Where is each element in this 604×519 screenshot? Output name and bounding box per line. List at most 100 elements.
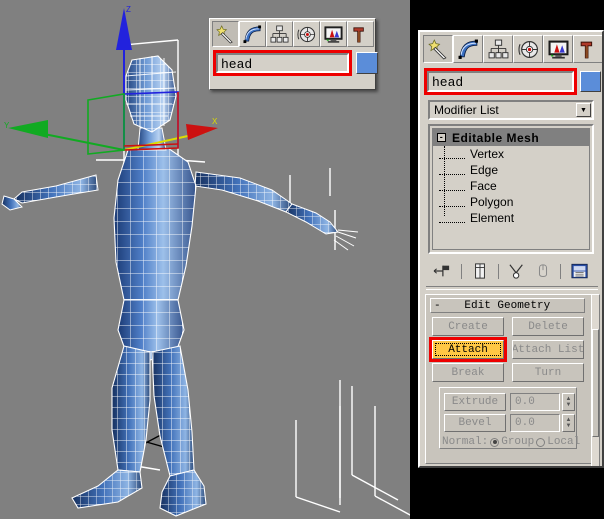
bevel-amount-field[interactable]: 0.0 [510, 414, 560, 432]
normal-label: Normal: [442, 436, 488, 448]
sub-object-label: Vertex [470, 147, 504, 161]
hammer-icon [578, 39, 599, 60]
gizmo-z-label: Z [126, 5, 131, 14]
tree-branch-icon [439, 198, 465, 207]
wheel-icon [297, 25, 316, 44]
attach-button-label: Attach [435, 343, 501, 356]
hierarchy-tab[interactable] [266, 21, 293, 47]
mesh-arm-left [2, 175, 98, 210]
show-end-result-icon[interactable] [472, 263, 488, 279]
remove-modifier-icon[interactable] [536, 263, 550, 279]
tree-branch-icon [439, 182, 465, 191]
motion-tab[interactable] [293, 21, 320, 47]
hierarchy-tree-icon [488, 39, 509, 60]
panel-name-row[interactable]: head [424, 68, 601, 95]
curve-arc-icon [243, 25, 262, 44]
break-button[interactable]: Break [432, 363, 504, 382]
star-wand-icon [216, 25, 235, 44]
move-gizmo: Z Y X [4, 5, 218, 154]
delete-button[interactable]: Delete [512, 317, 584, 336]
extrude-amount-field[interactable]: 0.0 [510, 393, 560, 411]
monitor-icon [324, 25, 343, 44]
app-window: Z Y X [0, 0, 604, 519]
separator [498, 264, 499, 279]
tree-branch-icon [439, 166, 465, 175]
viewport[interactable]: Z Y X [0, 0, 410, 519]
rollout-header[interactable]: - Edit Geometry [430, 298, 585, 313]
modifier-list-label: Modifier List [434, 103, 499, 117]
command-panel-tabs[interactable] [423, 35, 603, 63]
normal-row[interactable]: Normal: Group Local [442, 436, 580, 448]
scrollbar-thumb[interactable] [592, 329, 599, 437]
hierarchy-tree-icon [270, 25, 289, 44]
modifier-stack[interactable]: - Editable Mesh Vertex Edge Face [428, 124, 594, 254]
modifier-list-dropdown[interactable]: Modifier List ▼ [428, 100, 594, 120]
bevel-button[interactable]: Bevel [444, 414, 506, 432]
object-color-swatch[interactable] [356, 52, 378, 74]
bevel-spinner[interactable]: ▲▼ [562, 414, 575, 432]
normal-group-label: Group [501, 436, 534, 448]
hammer-icon [351, 25, 370, 44]
stack-tools-row[interactable] [428, 258, 594, 284]
extrude-button[interactable]: Extrude [444, 393, 506, 411]
edit-geometry-rollout[interactable]: - Edit Geometry Create Delete Attach Att… [425, 294, 597, 464]
floating-command-toolbar[interactable]: head [209, 18, 376, 90]
chevron-down-icon[interactable]: ▼ [576, 103, 591, 117]
character-mesh [2, 56, 358, 516]
normal-local-radio[interactable] [536, 438, 545, 447]
utilities-tab[interactable] [573, 35, 603, 63]
modify-tab[interactable] [453, 35, 483, 63]
sub-object-label: Face [470, 179, 497, 193]
tree-branch-icon [439, 214, 465, 223]
sub-object-vertex[interactable]: Vertex [433, 146, 589, 162]
separator [461, 264, 462, 279]
wheel-icon [518, 39, 539, 60]
normal-group-radio[interactable] [490, 438, 499, 447]
collapse-expander-icon[interactable]: - [437, 133, 446, 142]
motion-tab[interactable] [513, 35, 543, 63]
floating-name-row[interactable]: head [213, 50, 378, 76]
curve-arc-icon [458, 39, 479, 60]
stack-item-label: Editable Mesh [452, 131, 539, 145]
sub-object-edge[interactable]: Edge [433, 162, 589, 178]
attach-button[interactable]: Attach [432, 340, 504, 359]
create-tab[interactable] [423, 35, 453, 63]
sub-object-polygon[interactable]: Polygon [433, 194, 589, 210]
gizmo-y-label: Y [4, 121, 10, 130]
create-tab[interactable] [212, 21, 239, 47]
display-tab[interactable] [543, 35, 573, 63]
mesh-head [126, 56, 176, 150]
modify-tab[interactable] [239, 21, 266, 47]
modifier-stack-list[interactable]: - Editable Mesh Vertex Edge Face [432, 128, 590, 250]
extrude-spinner[interactable]: ▲▼ [562, 393, 575, 411]
mesh-arm-right [195, 172, 358, 250]
command-panel[interactable]: head Modifier List ▼ - Editable Mesh Ver… [418, 30, 604, 468]
sub-object-label: Element [470, 211, 514, 225]
rollout-scrollbar[interactable] [591, 294, 600, 468]
rollout-collapse-icon[interactable]: - [434, 300, 441, 312]
hierarchy-tab[interactable] [483, 35, 513, 63]
object-color-swatch[interactable] [580, 71, 601, 92]
sub-object-label: Edge [470, 163, 498, 177]
mesh-leg-right [152, 346, 206, 516]
floating-name-highlight: head [213, 50, 352, 76]
pin-stack-icon[interactable] [433, 263, 451, 279]
mesh-leg-left [72, 346, 150, 508]
rollout-title-label: Edit Geometry [447, 300, 584, 312]
create-button[interactable]: Create [432, 317, 504, 336]
attach-list-button[interactable]: Attach List [512, 340, 584, 359]
turn-button[interactable]: Turn [512, 363, 584, 382]
object-name-field[interactable]: head [427, 71, 574, 92]
utilities-tab[interactable] [347, 21, 374, 47]
sub-object-face[interactable]: Face [433, 178, 589, 194]
normal-local-label: Local [547, 436, 580, 448]
stack-item-editable-mesh[interactable]: - Editable Mesh [433, 129, 589, 146]
sub-object-label: Polygon [470, 195, 513, 209]
make-unique-icon[interactable] [508, 263, 526, 279]
object-name-field[interactable]: head [216, 53, 349, 73]
sub-object-element[interactable]: Element [433, 210, 589, 226]
floating-toolbar-tabs[interactable] [212, 21, 374, 47]
configure-sets-icon[interactable] [571, 263, 589, 280]
mesh-torso [114, 148, 196, 308]
display-tab[interactable] [320, 21, 347, 47]
